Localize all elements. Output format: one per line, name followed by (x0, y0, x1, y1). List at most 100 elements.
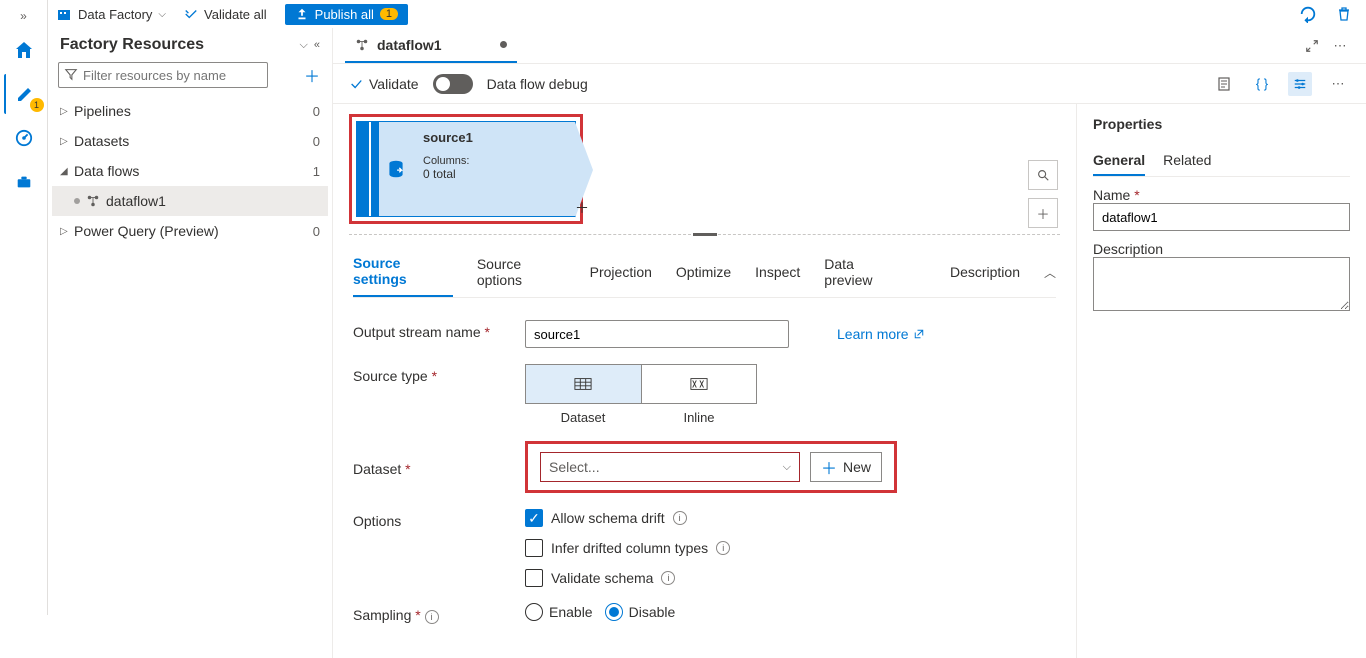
tree-label: Data flows (74, 163, 313, 179)
rail-author[interactable]: 1 (4, 74, 44, 114)
prop-tab-general[interactable]: General (1093, 146, 1145, 176)
radio-enable[interactable]: Enable (525, 603, 593, 621)
desc-input[interactable] (1093, 257, 1350, 311)
resize-handle[interactable] (349, 234, 1060, 235)
discard-button[interactable] (1330, 0, 1358, 28)
filter-icon (64, 67, 78, 81)
add-source-button[interactable]: ＋ (1028, 198, 1058, 228)
chk-label: Allow schema drift (551, 510, 665, 526)
new-label: New (843, 459, 871, 475)
expand-rail-icon[interactable]: » (0, 4, 48, 28)
info-icon[interactable]: i (661, 571, 675, 585)
validate-all-label: Validate all (204, 7, 267, 22)
tree-item-dataflows[interactable]: ◢ Data flows 1 (52, 156, 328, 186)
sidebar-collapse-icon[interactable]: « (314, 39, 320, 51)
tree-item-datasets[interactable]: ▷ Datasets 0 (52, 126, 328, 156)
highlight-source-box: source1 Columns: 0 total ＋ (349, 114, 583, 224)
chk-infer-types[interactable]: Infer drifted column types i (525, 539, 730, 557)
dataflow-icon (86, 194, 100, 208)
workspace-selector[interactable]: Data Factory ⌵ (56, 6, 166, 22)
expand-tab-button[interactable] (1298, 32, 1326, 60)
sampling-label: Sampling (353, 607, 411, 623)
dataset-label: Dataset (353, 461, 401, 477)
radio-label: Disable (629, 604, 676, 620)
validate-all-button[interactable]: Validate all (174, 4, 277, 25)
prop-tab-related[interactable]: Related (1163, 146, 1211, 176)
dataflow-icon (355, 38, 369, 52)
tab-description[interactable]: Description (950, 256, 1020, 288)
rail-manage[interactable] (4, 162, 44, 202)
sidebar-menu-icon[interactable]: ⌵ (300, 39, 308, 52)
info-icon[interactable]: i (673, 511, 687, 525)
editor-tab[interactable]: dataflow1 (345, 29, 517, 63)
publish-all-button[interactable]: Publish all 1 (285, 4, 408, 25)
inline-icon (690, 377, 708, 391)
learn-more-link[interactable]: Learn more (837, 326, 925, 342)
check-icon (349, 77, 363, 91)
search-canvas-button[interactable] (1028, 160, 1058, 190)
rail-monitor[interactable] (4, 118, 44, 158)
refresh-button[interactable] (1294, 0, 1322, 28)
tab-source-settings[interactable]: Source settings (353, 247, 453, 297)
filter-input[interactable] (58, 62, 268, 88)
validate-button[interactable]: Validate (349, 76, 419, 92)
tab-data-preview[interactable]: Data preview (824, 248, 902, 296)
author-badge: 1 (30, 98, 44, 112)
add-transform-button[interactable]: ＋ (575, 198, 589, 218)
refresh-icon (1299, 5, 1317, 23)
chk-validate-schema[interactable]: Validate schema i (525, 569, 675, 587)
tab-source-options[interactable]: Source options (477, 248, 566, 296)
tree-label: Datasets (74, 133, 313, 149)
view-script-button[interactable] (1212, 72, 1236, 96)
gauge-icon (15, 129, 33, 147)
info-icon[interactable]: i (425, 610, 439, 624)
tree-caret-icon: ▷ (60, 106, 74, 117)
check-all-icon (184, 7, 198, 21)
tab-more-button[interactable]: ⋯ (1326, 32, 1354, 60)
collapse-panel-button[interactable]: ︿ (1044, 264, 1056, 281)
home-icon (14, 40, 34, 60)
view-settings-button[interactable] (1288, 72, 1312, 96)
expand-icon (1305, 39, 1319, 53)
tab-label: dataflow1 (377, 37, 442, 53)
tree-caret-icon: ▷ (60, 136, 74, 147)
chk-schema-drift[interactable]: ✓ Allow schema drift i (525, 509, 687, 527)
tab-inspect[interactable]: Inspect (755, 256, 800, 288)
name-input[interactable] (1093, 203, 1350, 231)
tab-optimize[interactable]: Optimize (676, 256, 731, 288)
seg-dataset[interactable] (526, 365, 642, 403)
rail-home[interactable] (4, 30, 44, 70)
source-type-segment[interactable] (525, 364, 757, 404)
view-more-button[interactable]: ⋯ (1326, 72, 1350, 96)
chevron-down-icon: ⌵ (783, 461, 791, 474)
dataset-select[interactable]: Select... ⌵ (540, 452, 800, 482)
factory-icon (56, 6, 72, 22)
tree-item-pipelines[interactable]: ▷ Pipelines 0 (52, 96, 328, 126)
properties-panel: Properties General Related Name * Descri… (1076, 104, 1366, 658)
graph-canvas[interactable]: source1 Columns: 0 total ＋ (333, 104, 1076, 234)
add-resource-button[interactable]: ＋ (302, 63, 322, 87)
learn-more-label: Learn more (837, 326, 909, 342)
chevron-down-icon: ⌵ (158, 9, 166, 20)
tab-projection[interactable]: Projection (590, 256, 652, 288)
seg-inline[interactable] (642, 365, 757, 403)
tree-item-powerquery[interactable]: ▷ Power Query (Preview) 0 (52, 216, 328, 246)
search-icon (1036, 168, 1050, 182)
radio-disable[interactable]: Disable (605, 603, 676, 621)
name-label: Name (1093, 187, 1130, 203)
bottom-tabs: Source settings Source options Projectio… (353, 247, 1056, 298)
workspace-label: Data Factory (78, 7, 152, 22)
source-node[interactable]: source1 Columns: 0 total ＋ (356, 121, 576, 217)
output-stream-input[interactable] (525, 320, 789, 348)
info-icon[interactable]: i (716, 541, 730, 555)
view-code-button[interactable]: { } (1250, 72, 1274, 96)
new-dataset-button[interactable]: ＋ New (810, 452, 882, 482)
radio-label: Enable (549, 604, 593, 620)
publish-all-label: Publish all (315, 7, 374, 22)
tree-caret-icon: ▷ (60, 226, 74, 237)
seg-inline-label: Inline (641, 406, 757, 425)
debug-toggle[interactable] (433, 74, 473, 94)
tree-count: 0 (313, 224, 320, 239)
tree-child-dataflow1[interactable]: dataflow1 (52, 186, 328, 216)
resources-sidebar: Factory Resources ⌵ « ＋ ▷ (48, 28, 333, 658)
